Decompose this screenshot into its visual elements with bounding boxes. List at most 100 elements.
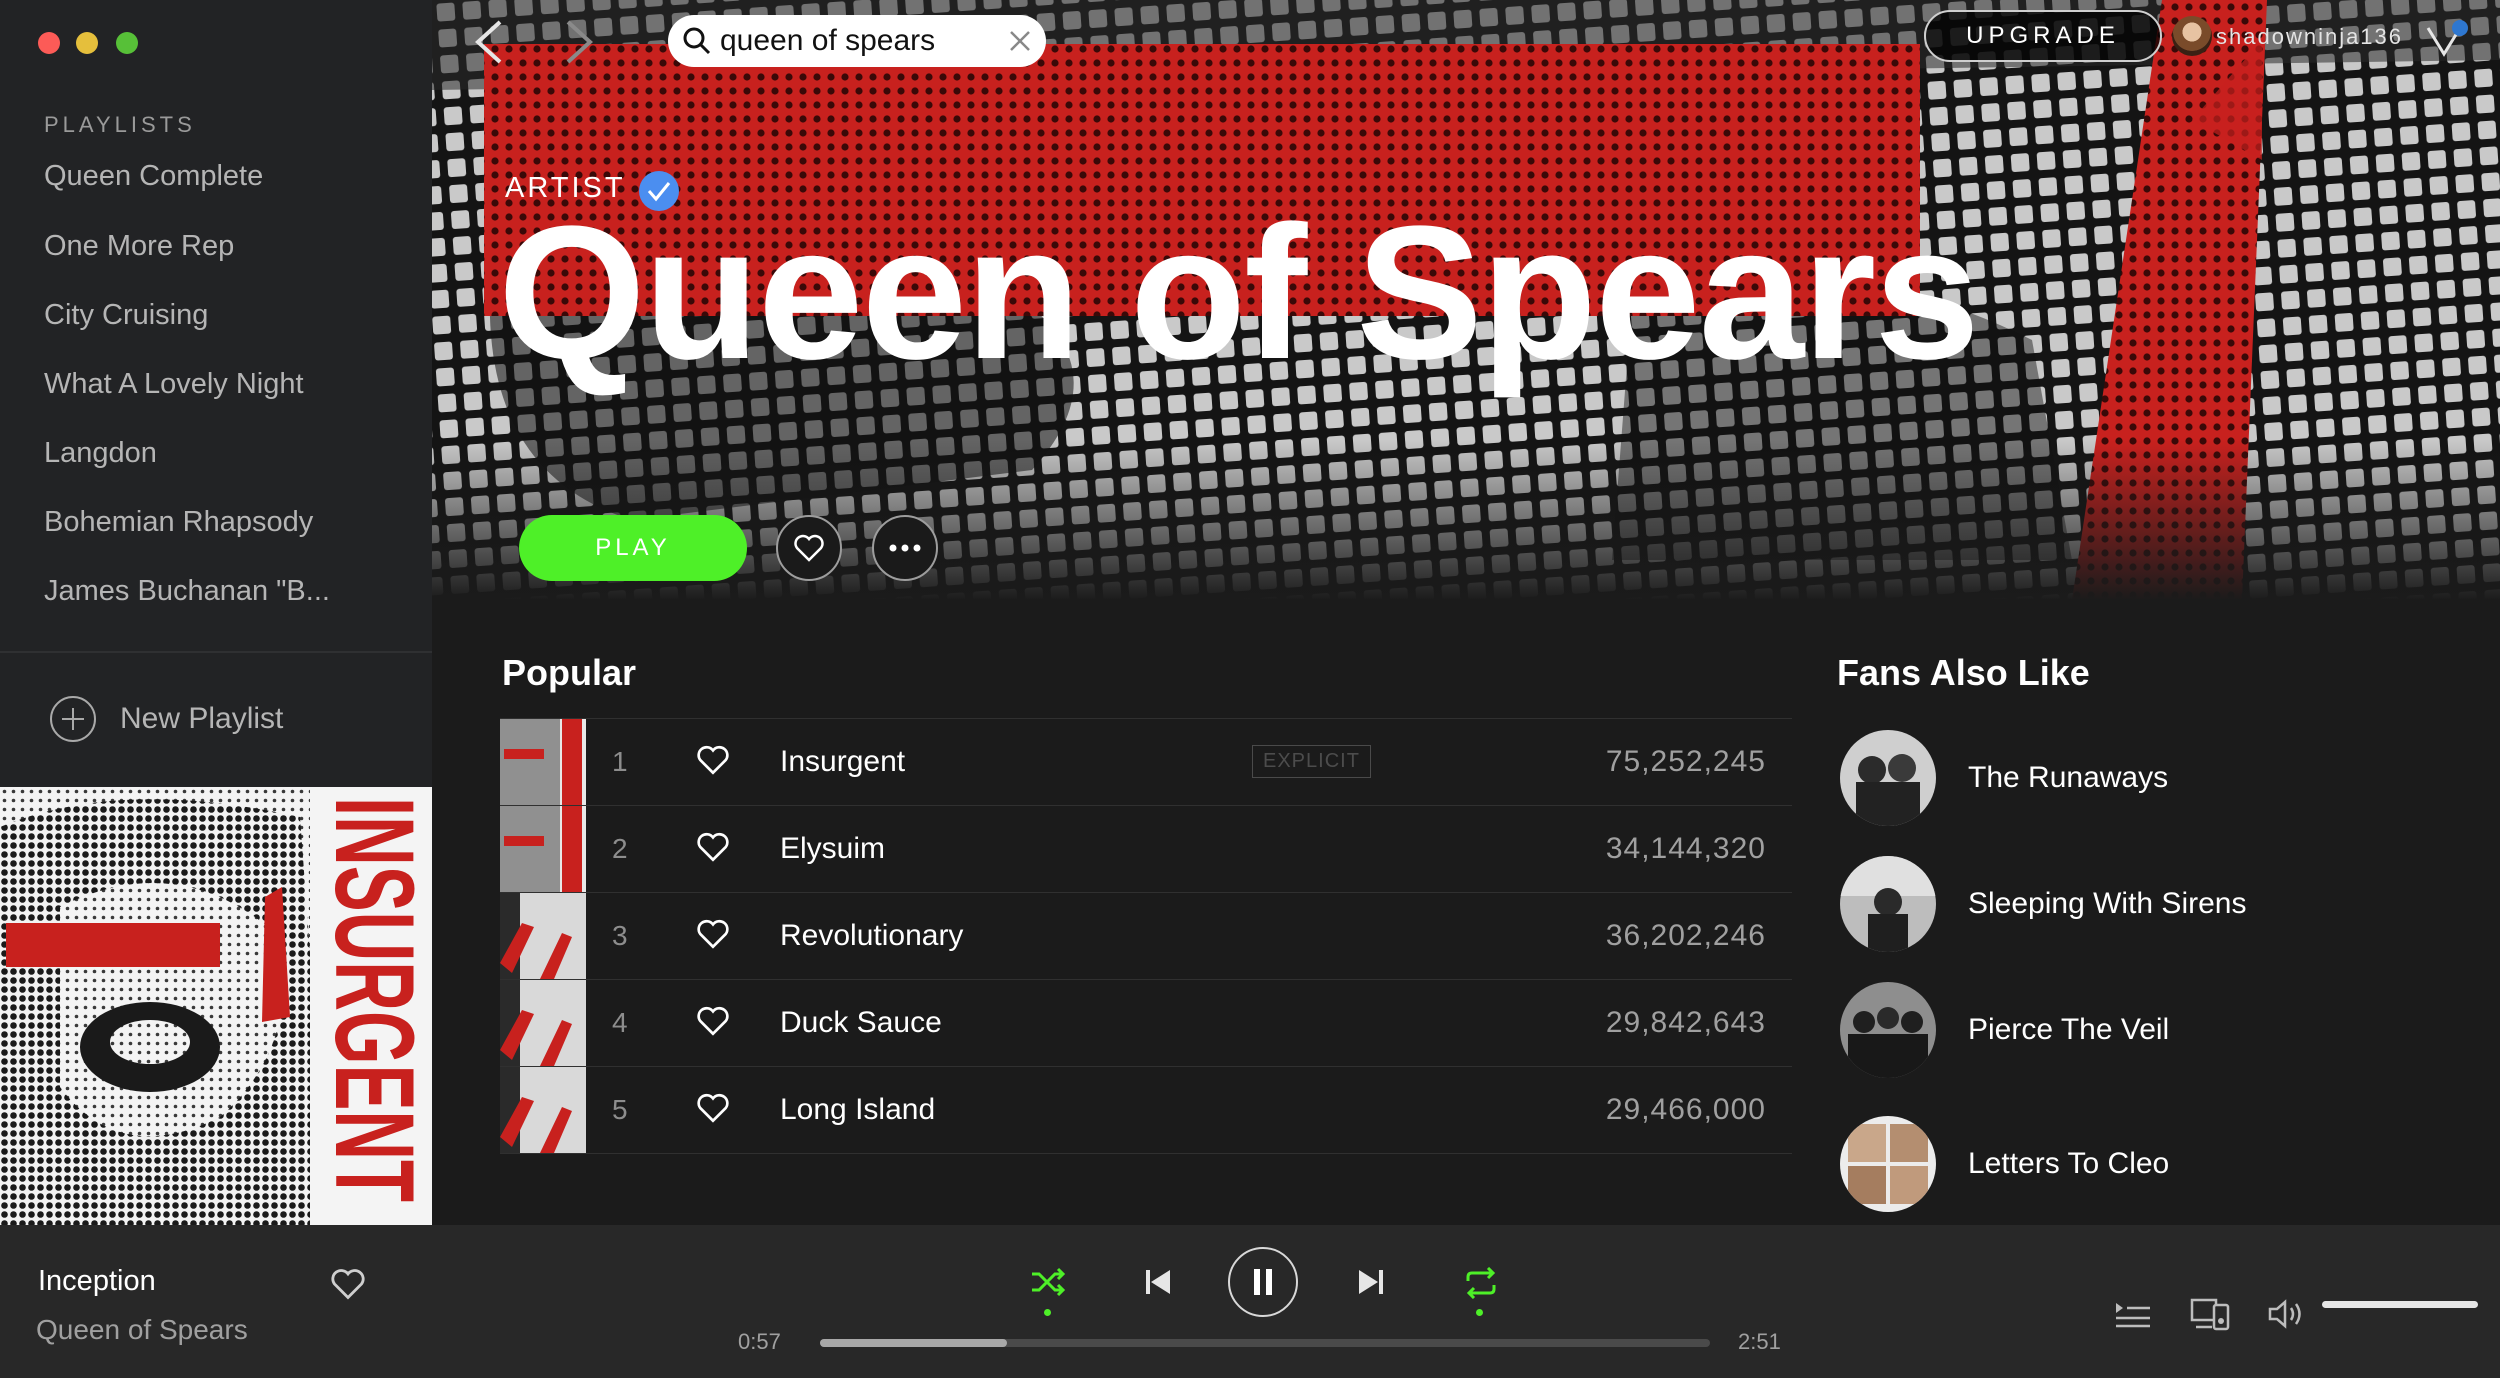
pause-icon — [1254, 1269, 1272, 1295]
now-playing-album-art[interactable]: INSURGENT — [0, 787, 432, 1225]
plus-circle-icon — [50, 696, 96, 742]
window-close-button[interactable] — [38, 32, 60, 54]
track-title[interactable]: Duck Sauce — [780, 1006, 942, 1040]
track-row[interactable]: 5 Long Island 29,466,000 — [500, 1066, 1792, 1154]
album-art-title: INSURGENT — [312, 797, 432, 1202]
volume-slider[interactable] — [2322, 1301, 2478, 1308]
shuffle-icon[interactable] — [1030, 1267, 1066, 1297]
popular-heading: Popular — [502, 652, 637, 693]
window-minimize-button[interactable] — [76, 32, 98, 54]
search-bar[interactable] — [668, 15, 1046, 67]
track-thumbnail — [500, 893, 586, 979]
repeat-icon[interactable] — [1464, 1267, 1498, 1299]
new-playlist-button[interactable]: New Playlist — [50, 694, 283, 744]
related-artist-name: The Runaways — [1968, 761, 2169, 794]
related-artist[interactable]: The Runaways — [1840, 730, 2168, 826]
track-number: 3 — [612, 920, 628, 951]
devices-icon[interactable] — [2190, 1297, 2230, 1331]
more-dots-icon — [889, 544, 921, 552]
playlist-item[interactable]: Bohemian Rhapsody — [44, 506, 313, 539]
chevron-left-icon[interactable] — [470, 18, 510, 66]
window-zoom-button[interactable] — [116, 32, 138, 54]
shuffle-active-dot — [1044, 1309, 1051, 1316]
progress-fill — [820, 1339, 1007, 1347]
track-title[interactable]: Long Island — [780, 1093, 935, 1127]
time-total: 2:51 — [1738, 1329, 1781, 1354]
follow-button[interactable] — [776, 515, 842, 581]
play-count: 29,842,643 — [1605, 1006, 1766, 1039]
play-count: 75,252,245 — [1605, 745, 1766, 778]
time-elapsed: 0:57 — [738, 1329, 781, 1354]
explicit-badge: EXPLICIT — [1252, 745, 1371, 778]
track-row[interactable]: 1 Insurgent EXPLICIT 75,252,245 — [500, 718, 1792, 805]
track-thumbnail — [500, 719, 586, 805]
track-row[interactable]: 4 Duck Sauce 29,842,643 — [500, 979, 1792, 1066]
track-title[interactable]: Revolutionary — [780, 919, 963, 953]
playlist-item[interactable]: City Cruising — [44, 299, 208, 332]
play-count: 29,466,000 — [1605, 1093, 1766, 1126]
avatar[interactable] — [2172, 16, 2212, 56]
track-title[interactable]: Elysuim — [780, 832, 885, 866]
heart-icon[interactable] — [696, 918, 730, 950]
fans-also-like-heading: Fans Also Like — [1837, 652, 2090, 693]
related-artist-name: Pierce The Veil — [1968, 1013, 2170, 1046]
related-artist[interactable]: Sleeping With Sirens — [1840, 856, 2246, 952]
artist-name: Queen of Spears — [498, 187, 1980, 399]
related-artist-name: Letters To Cleo — [1968, 1147, 2170, 1180]
track-number: 1 — [612, 746, 628, 777]
related-artist-avatar — [1840, 730, 1936, 826]
playlists-heading: PLAYLISTS — [44, 112, 196, 137]
notification-dot — [2452, 20, 2468, 36]
chevron-right-icon[interactable] — [558, 18, 598, 66]
heart-icon[interactable] — [330, 1267, 366, 1301]
hero-fade — [432, 440, 2500, 600]
track-row[interactable]: 2 Elysuim 34,144,320 — [500, 805, 1792, 892]
playlist-item[interactable]: One More Rep — [44, 230, 234, 263]
now-playing-artist[interactable]: Queen of Spears — [36, 1314, 248, 1346]
related-artist-name: Sleeping With Sirens — [1968, 887, 2247, 920]
play-button[interactable]: PLAY — [519, 515, 747, 581]
related-artist-avatar — [1840, 856, 1936, 952]
sidebar: PLAYLISTS Queen Complete One More Rep Ci… — [0, 0, 432, 1225]
heart-icon[interactable] — [696, 831, 730, 863]
playlist-item[interactable]: James Buchanan "B... — [44, 575, 330, 608]
player-bar: Inception Queen of Spears 0:57 2:51 — [0, 1225, 2500, 1378]
skip-previous-icon[interactable] — [1145, 1269, 1171, 1295]
heart-icon[interactable] — [696, 1092, 730, 1124]
search-icon — [683, 27, 711, 55]
track-number: 2 — [612, 833, 628, 864]
playlist-item[interactable]: What A Lovely Night — [44, 368, 304, 401]
related-artist[interactable]: Letters To Cleo — [1840, 1116, 2169, 1212]
related-artist-avatar — [1840, 982, 1936, 1078]
playlist-item[interactable]: Langdon — [44, 437, 157, 470]
repeat-active-dot — [1476, 1309, 1483, 1316]
pause-button[interactable] — [1228, 1247, 1298, 1317]
track-thumbnail — [500, 1067, 586, 1153]
progress-bar[interactable] — [820, 1339, 1710, 1347]
popular-tracks-list: 1 Insurgent EXPLICIT 75,252,245 2 Elysui… — [500, 718, 1792, 1154]
more-options-button[interactable] — [872, 515, 938, 581]
upgrade-button[interactable]: UPGRADE — [1924, 10, 2162, 62]
related-artist[interactable]: Pierce The Veil — [1840, 982, 2169, 1078]
new-playlist-label: New Playlist — [120, 702, 284, 735]
heart-icon[interactable] — [696, 744, 730, 776]
queue-icon[interactable] — [2115, 1301, 2151, 1329]
volume-icon[interactable] — [2268, 1299, 2306, 1329]
track-thumbnail — [500, 980, 586, 1066]
track-title[interactable]: Insurgent — [780, 745, 905, 779]
playlist-item[interactable]: Queen Complete — [44, 160, 263, 193]
skip-next-icon[interactable] — [1358, 1269, 1384, 1295]
track-number: 4 — [612, 1007, 628, 1038]
sidebar-divider — [0, 651, 432, 653]
now-playing-title[interactable]: Inception — [38, 1265, 156, 1298]
close-icon[interactable] — [1008, 29, 1032, 53]
search-input[interactable] — [720, 24, 960, 58]
track-number: 5 — [612, 1094, 628, 1125]
username[interactable]: shadowninja136 — [2216, 24, 2403, 50]
heart-icon[interactable] — [696, 1005, 730, 1037]
related-artist-avatar — [1840, 1116, 1936, 1212]
track-thumbnail — [500, 806, 586, 892]
play-count: 34,144,320 — [1605, 832, 1766, 865]
heart-icon — [794, 534, 824, 562]
track-row[interactable]: 3 Revolutionary 36,202,246 — [500, 892, 1792, 979]
